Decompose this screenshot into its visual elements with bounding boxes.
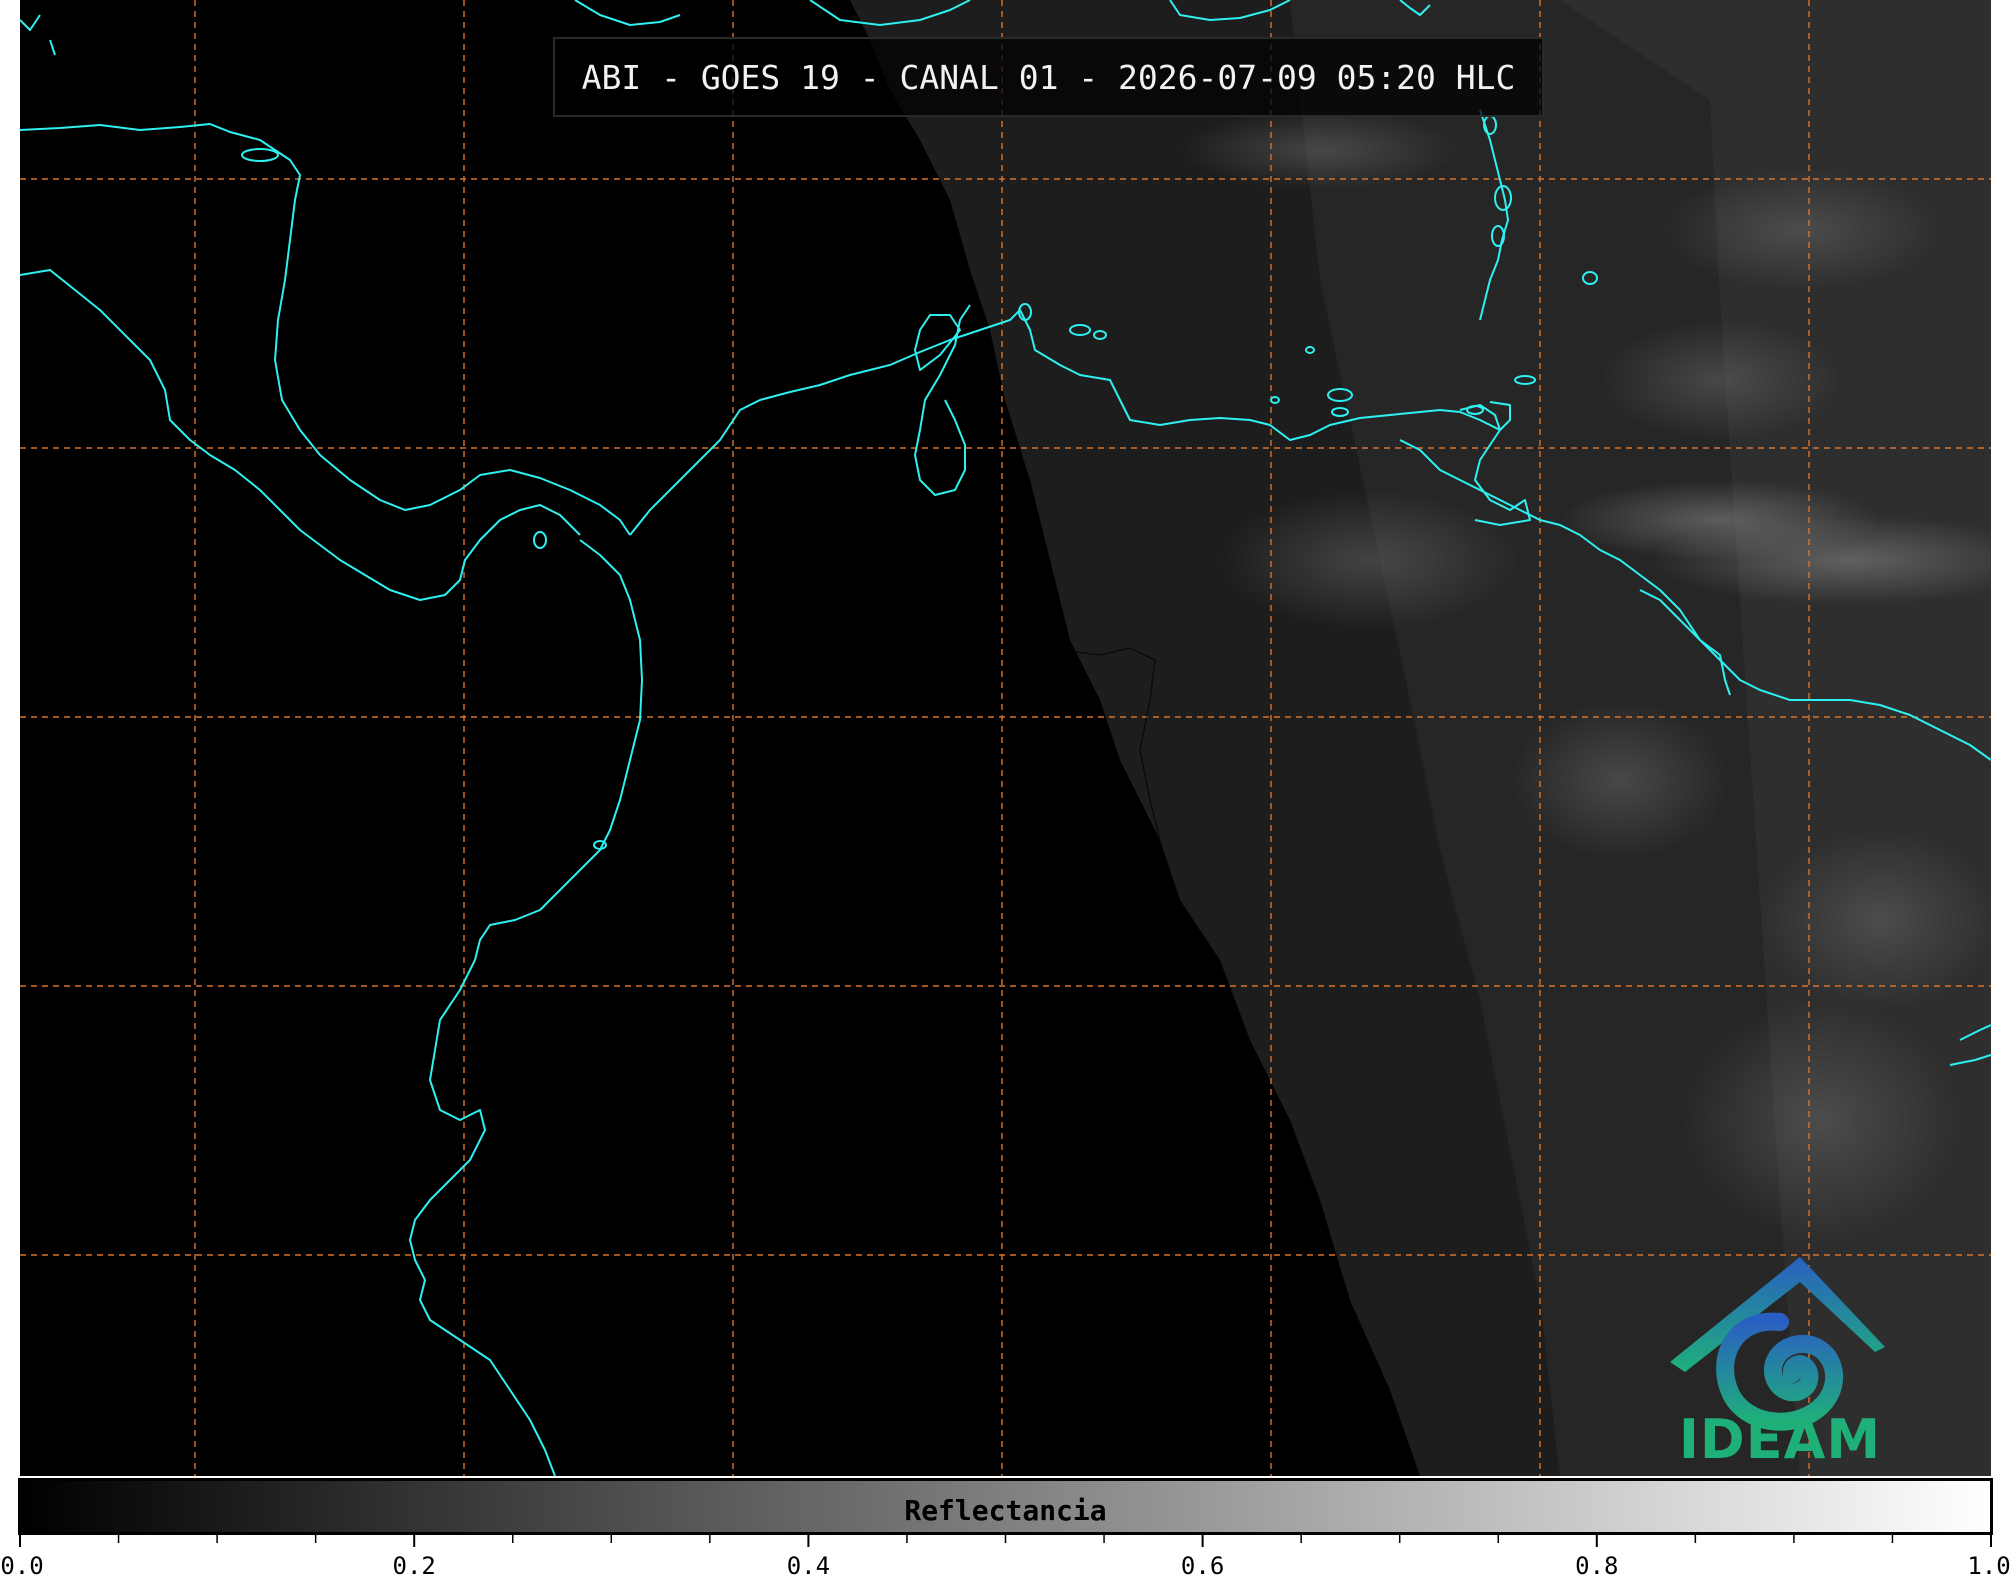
cloud-cluster — [1180, 110, 1460, 190]
title-box: ABI - GOES 19 - CANAL 01 - 2026-07-09 05… — [553, 37, 1544, 117]
colorbar-label: Reflectancia — [904, 1494, 1107, 1527]
map-title: ABI - GOES 19 - CANAL 01 - 2026-07-09 05… — [581, 57, 1516, 97]
coastline-central-america — [20, 269, 581, 601]
colorbar-tick-label: 0.2 — [392, 1552, 436, 1580]
colorbar-tick-label: 0.4 — [786, 1552, 831, 1580]
satellite-figure: ABI - GOES 19 - CANAL 01 - 2026-07-09 05… — [0, 0, 2011, 1580]
logo-swirl — [1716, 1312, 1843, 1431]
cloud-band — [1560, 480, 1880, 560]
cloud-cluster — [1760, 830, 1991, 1010]
coastline-guajira-north — [914, 314, 961, 371]
cloud-cluster — [1510, 700, 1730, 860]
coastline-gulf-north — [20, 14, 56, 56]
cloud-cluster — [1680, 1000, 1960, 1240]
coastline-yucatan — [20, 123, 631, 536]
island-small — [533, 531, 547, 549]
colorbar-tick-label: 0.8 — [1575, 1552, 1619, 1580]
coastline-panama — [409, 539, 643, 1476]
coastline-guajira — [914, 304, 971, 496]
colorbar-tick-label: 0.6 — [1180, 1552, 1225, 1580]
colorbar-tick-label: 0.0 — [0, 1552, 44, 1580]
cloud-cluster — [1660, 170, 1940, 290]
logo-text: IDEAM — [1678, 1408, 1882, 1471]
cloud-cluster — [1220, 490, 1520, 630]
island-small — [241, 148, 279, 162]
colorbar-ticks — [19, 1535, 1992, 1547]
colorbar-tick-label: 1.0 — [1967, 1552, 2011, 1580]
colorbar: Reflectancia — [18, 1478, 1993, 1535]
cloud-cluster — [1600, 320, 1840, 440]
island-cuba — [574, 0, 681, 26]
